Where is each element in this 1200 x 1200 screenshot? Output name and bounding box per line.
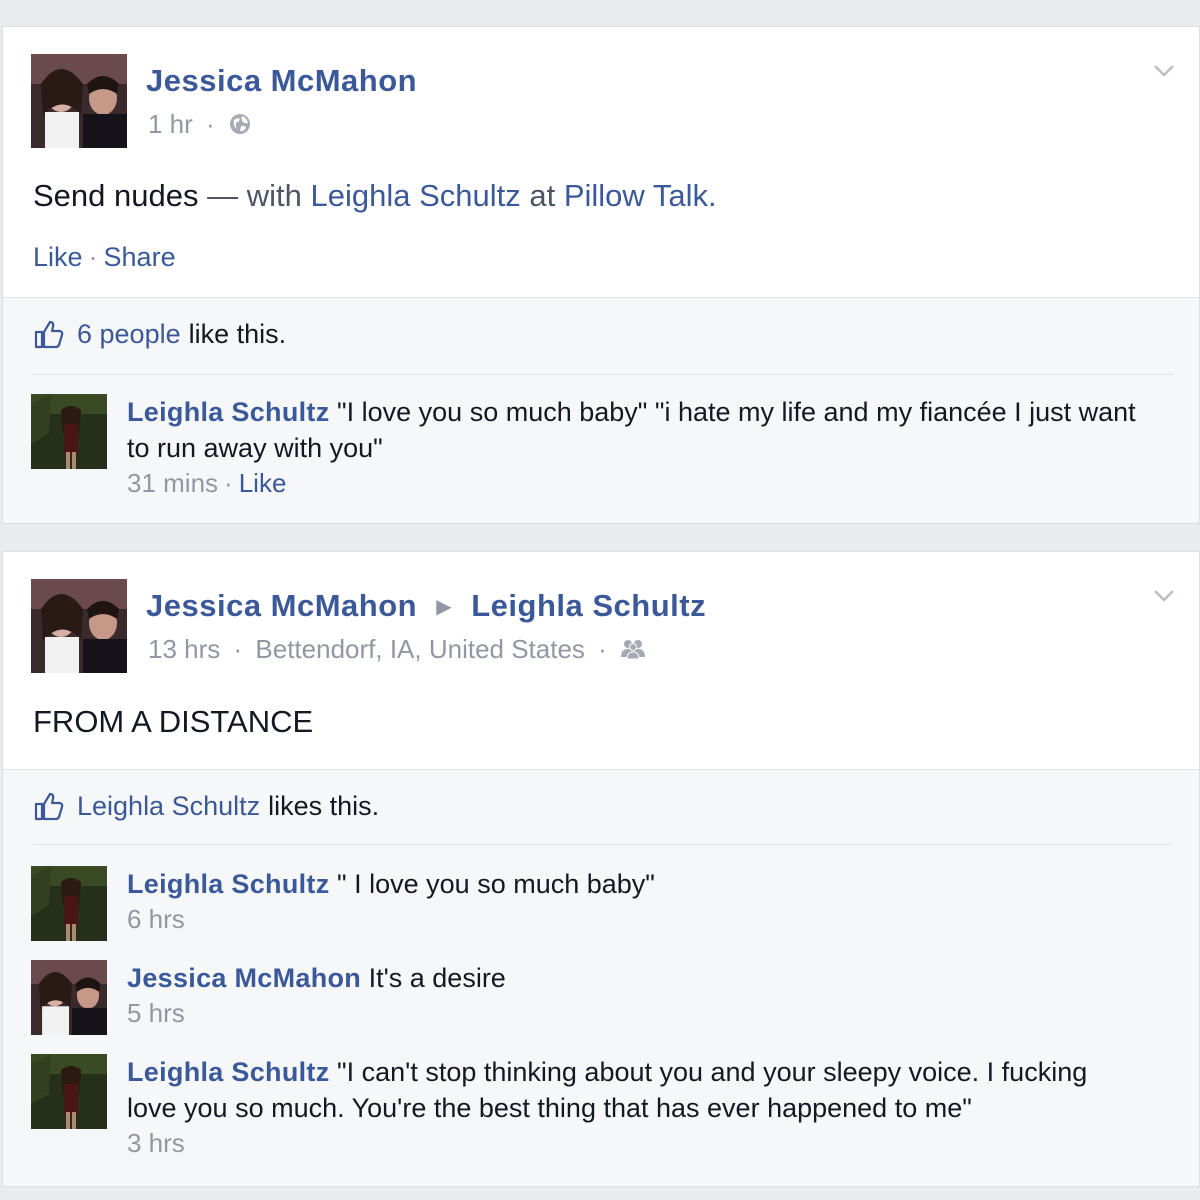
chevron-down-icon[interactable] (1151, 582, 1177, 608)
commenter-avatar[interactable] (31, 1054, 107, 1129)
share-button[interactable]: Share (104, 242, 176, 272)
likes-summary: 6 people like this. (33, 318, 286, 350)
post-timestamp[interactable]: 13 hrs (148, 634, 220, 664)
avatar-photo (31, 1054, 107, 1129)
commenter-avatar[interactable] (31, 866, 107, 941)
post-actions: Like · Share (33, 242, 176, 272)
comment-like-button[interactable]: Like (239, 468, 287, 498)
comment-body: Leighla Schultz " I love you so much bab… (127, 866, 1139, 902)
like-button[interactable]: Like (33, 242, 83, 272)
author-avatar[interactable] (31, 579, 127, 673)
comment-author[interactable]: Leighla Schultz (127, 869, 330, 899)
with-label: — with (207, 178, 302, 213)
post-author[interactable]: Jessica McMahon (146, 588, 417, 623)
comment-author[interactable]: Jessica McMahon (127, 963, 361, 993)
feedback-section: Leighla Schultz likes this. Leighla Schu… (3, 769, 1199, 1186)
commenter-avatar[interactable] (31, 394, 107, 469)
place-link[interactable]: Pillow Talk. (564, 178, 717, 213)
comment-body: Jessica McMahon It's a desire (127, 960, 1139, 996)
comment-body: Leighla Schultz "I can't stop thinking a… (127, 1054, 1139, 1126)
divider (33, 374, 1173, 375)
likes-suffix: like this. (188, 318, 287, 349)
post-header: Jessica McMahon ▶ Leighla Schultz (146, 588, 706, 624)
avatar-photo (31, 54, 127, 148)
post-location[interactable]: Bettendorf, IA, United States (255, 634, 585, 664)
comment-timestamp[interactable]: 31 mins (127, 468, 218, 498)
comment-author[interactable]: Leighla Schultz (127, 1057, 330, 1087)
post-card: Jessica McMahon 1 hr · Send nudes — with… (2, 26, 1200, 524)
avatar-photo (31, 866, 107, 941)
post-message: FROM A DISTANCE (33, 704, 314, 739)
post-timestamp[interactable]: 1 hr (148, 109, 193, 139)
commenter-avatar[interactable] (31, 960, 107, 1035)
author-avatar[interactable] (31, 54, 127, 148)
likes-count-link[interactable]: 6 people (77, 319, 181, 350)
likes-summary: Leighla Schultz likes this. (33, 790, 379, 822)
post-meta: 1 hr · (148, 109, 252, 140)
comment-text: It's a desire (368, 963, 506, 993)
post-author[interactable]: Jessica McMahon (146, 63, 417, 99)
chevron-down-icon[interactable] (1151, 57, 1177, 83)
avatar-photo (31, 579, 127, 673)
post-meta: 13 hrs · Bettendorf, IA, United States · (148, 634, 646, 665)
friends-icon[interactable] (620, 634, 646, 664)
likes-suffix: likes this. (268, 790, 380, 821)
likes-person-link[interactable]: Leighla Schultz (77, 791, 260, 822)
comment-timestamp[interactable]: 3 hrs (127, 1128, 185, 1159)
tagged-person-link[interactable]: Leighla Schultz (310, 178, 520, 213)
thumbs-up-icon (34, 320, 64, 349)
feedback-section: 6 people like this. Leighla Schultz "I l… (3, 297, 1199, 523)
post-target[interactable]: Leighla Schultz (471, 588, 706, 623)
avatar-photo (31, 960, 107, 1035)
separator-dot: · (206, 109, 215, 139)
avatar-photo (31, 394, 107, 469)
arrow-icon: ▶ (436, 596, 453, 618)
comment-text: " I love you so much baby" (337, 869, 655, 899)
divider (33, 844, 1173, 845)
comment-timestamp[interactable]: 6 hrs (127, 904, 185, 935)
post-text: Send nudes — with Leighla Schultz at Pil… (33, 178, 717, 214)
comment-meta: 31 mins · Like (127, 468, 287, 498)
at-label: at (529, 178, 556, 213)
comment-body: Leighla Schultz "I love you so much baby… (127, 394, 1139, 466)
comment-author[interactable]: Leighla Schultz (127, 397, 330, 427)
thumbs-up-icon (34, 792, 64, 821)
post-message: Send nudes (33, 178, 199, 213)
post-card: Jessica McMahon ▶ Leighla Schultz 13 hrs… (2, 551, 1200, 1187)
comment-timestamp[interactable]: 5 hrs (127, 998, 185, 1029)
globe-icon[interactable] (228, 109, 252, 139)
